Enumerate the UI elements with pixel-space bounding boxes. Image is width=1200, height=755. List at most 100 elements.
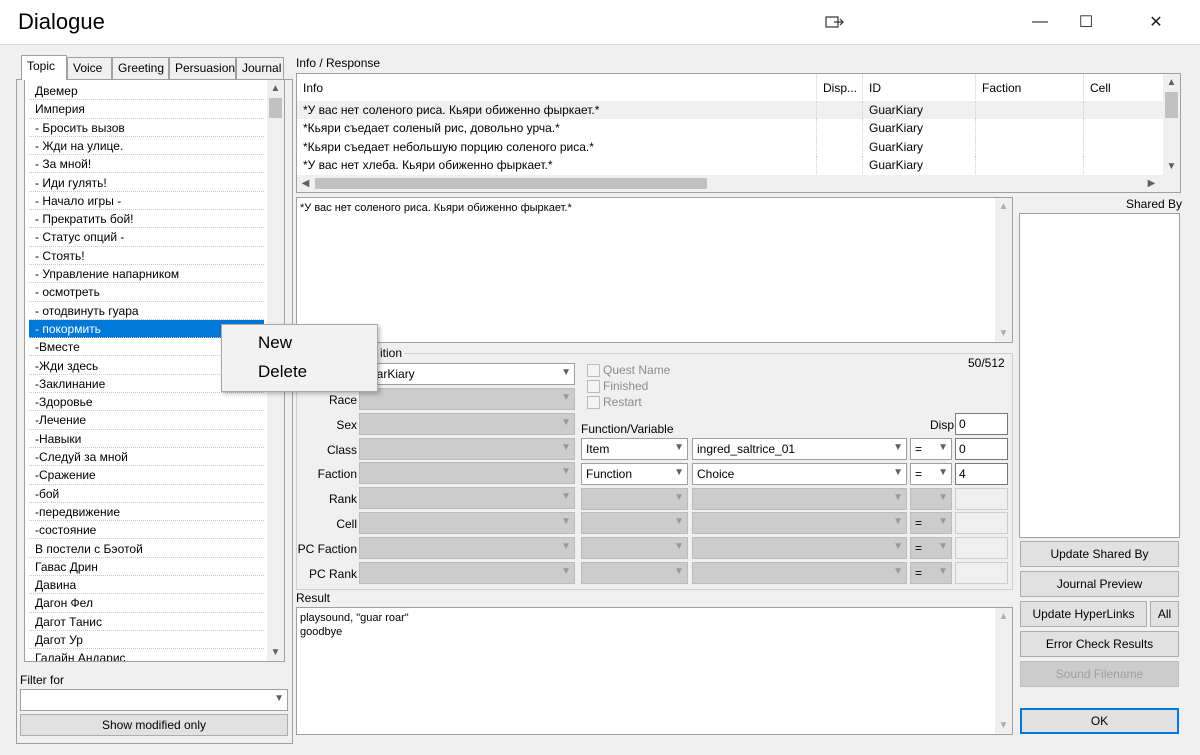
topic-list-item[interactable]: Двемер xyxy=(29,82,264,101)
function-name-combo[interactable]: Choice ▼ xyxy=(692,462,907,485)
topic-list-item[interactable]: -передвижение xyxy=(29,503,264,522)
condition-combo[interactable]: ▼ xyxy=(359,561,575,584)
tab-persuasion[interactable]: Persuasion xyxy=(169,57,236,79)
scroll-up-icon[interactable]: ▲ xyxy=(995,608,1012,625)
all-button[interactable]: All xyxy=(1150,601,1179,627)
scroll-down-icon[interactable]: ▼ xyxy=(995,325,1012,342)
tab-journal[interactable]: Journal xyxy=(236,57,284,79)
function-type-combo[interactable]: ▼ xyxy=(581,512,688,535)
result-textarea[interactable]: playsound, "guar roar" goodbye ▲ ▼ xyxy=(296,607,1013,735)
topic-list-item[interactable]: - Иди гулять! xyxy=(29,174,264,192)
col-info[interactable]: Info xyxy=(297,74,817,100)
topic-list-item[interactable]: Дагот Ур xyxy=(29,631,264,650)
journal-preview-button[interactable]: Journal Preview xyxy=(1020,571,1179,597)
function-type-combo[interactable]: ▼ xyxy=(581,487,688,510)
condition-combo[interactable]: ▼ xyxy=(359,512,575,534)
topic-list-item[interactable]: - Бросить вызов xyxy=(29,119,264,137)
info-grid-vscroll[interactable]: ▲ ▼ xyxy=(1163,74,1180,175)
tab-greeting[interactable]: Greeting xyxy=(112,57,169,79)
quest-name-checkbox[interactable] xyxy=(587,364,600,377)
topic-list-item[interactable]: -Навыки xyxy=(29,430,264,448)
topic-list-item[interactable]: - Управление напарником xyxy=(29,265,264,284)
topic-list-item[interactable]: - Жди на улице. xyxy=(29,137,264,156)
condition-combo[interactable]: ▼ xyxy=(359,437,575,460)
topic-list-item[interactable]: - За мной! xyxy=(29,155,264,174)
topic-list-item[interactable]: -Сражение xyxy=(29,466,264,485)
table-row[interactable]: *Кьяри съедает небольшую порцию соленого… xyxy=(297,137,1164,156)
operator-combo[interactable]: = ▼ xyxy=(910,562,952,584)
scroll-thumb[interactable] xyxy=(269,98,282,118)
col-faction[interactable]: Faction xyxy=(976,74,1084,100)
scroll-up-icon[interactable]: ▲ xyxy=(1163,74,1180,91)
condition-value-input[interactable] xyxy=(955,537,1008,560)
operator-combo[interactable]: ▼ xyxy=(910,487,952,510)
table-row[interactable]: *Кьяри съедает соленый рис, довольно урч… xyxy=(297,119,1164,138)
info-grid-hscroll[interactable]: ◀ ▶ xyxy=(297,175,1180,192)
restart-checkbox[interactable] xyxy=(587,396,600,409)
condition-combo[interactable]: ▼ xyxy=(359,388,575,410)
condition-combo[interactable]: ▼ xyxy=(359,536,575,559)
table-row[interactable]: *У вас нет соленого риса. Кьяри обиженно… xyxy=(297,101,1164,119)
topic-list-item[interactable]: Гавас Дрин xyxy=(29,558,264,577)
function-name-combo[interactable]: ▼ xyxy=(692,487,907,510)
topic-list-item[interactable]: Давина xyxy=(29,576,264,595)
update-hyperlinks-button[interactable]: Update HyperLinks xyxy=(1020,601,1147,627)
scroll-down-icon[interactable]: ▼ xyxy=(1163,158,1180,175)
topic-list-item[interactable]: - Прекратить бой! xyxy=(29,210,264,229)
response-textarea[interactable]: *У вас нет соленого риса. Кьяри обиженно… xyxy=(296,197,1013,343)
topic-list-item[interactable]: - Начало игры - xyxy=(29,192,264,211)
maximize-button[interactable]: ☐ xyxy=(1063,0,1109,44)
show-modified-button[interactable]: Show modified only xyxy=(20,714,288,736)
scroll-right-icon[interactable]: ▶ xyxy=(1143,175,1160,192)
info-grid[interactable]: Info Disp... ID Faction Cell *У вас нет … xyxy=(296,73,1181,193)
disp-input[interactable]: 0 xyxy=(955,413,1008,435)
condition-value-input[interactable] xyxy=(955,487,1008,510)
col-disp[interactable]: Disp... xyxy=(817,74,863,100)
function-type-combo[interactable]: Function ▼ xyxy=(581,462,688,485)
ok-button[interactable]: OK xyxy=(1020,708,1179,734)
col-id[interactable]: ID xyxy=(863,74,976,100)
minimize-button[interactable]: — xyxy=(1017,0,1063,44)
topic-list-item[interactable]: - осмотреть xyxy=(29,283,264,302)
condition-combo[interactable]: ▼ xyxy=(359,462,575,485)
topic-list-item[interactable]: -бой xyxy=(29,485,264,503)
operator-combo[interactable]: = ▼ xyxy=(910,462,952,485)
condition-value-input[interactable]: 0 xyxy=(955,438,1008,460)
operator-combo[interactable]: = ▼ xyxy=(910,512,952,535)
condition-value-input[interactable]: 4 xyxy=(955,462,1008,485)
condition-value-input[interactable] xyxy=(955,562,1008,584)
result-scrollbar[interactable]: ▲ ▼ xyxy=(995,608,1012,734)
topic-list-item[interactable]: Дагон Фел xyxy=(29,594,264,613)
topic-list-item[interactable]: Дагот Танис xyxy=(29,613,264,631)
topic-list-item[interactable]: - Статус опций - xyxy=(29,228,264,247)
scroll-thumb[interactable] xyxy=(1165,92,1178,118)
close-button[interactable]: ✕ xyxy=(1133,0,1179,44)
condition-combo[interactable]: ▼ xyxy=(359,487,575,510)
topic-list-item[interactable]: Галайн Андарис xyxy=(29,649,264,661)
tab-topic[interactable]: Topic xyxy=(21,55,67,80)
function-name-combo[interactable]: ▼ xyxy=(692,537,907,560)
response-scrollbar[interactable]: ▲ ▼ xyxy=(995,198,1012,342)
topic-list-item[interactable]: -Здоровье xyxy=(29,393,264,412)
sound-filename-button[interactable]: Sound Filename xyxy=(1020,661,1179,687)
function-name-combo[interactable]: ▼ xyxy=(692,512,907,535)
topic-list-item[interactable]: В постели с Бэотой xyxy=(29,540,264,558)
scroll-up-icon[interactable]: ▲ xyxy=(995,198,1012,215)
function-type-combo[interactable]: ▼ xyxy=(581,562,688,584)
function-name-combo[interactable]: ingred_saltrice_01 ▼ xyxy=(692,438,907,460)
scroll-up-icon[interactable]: ▲ xyxy=(267,80,284,97)
menu-item-delete[interactable]: Delete xyxy=(258,362,307,382)
function-name-combo[interactable]: ▼ xyxy=(692,562,907,584)
topic-list-item[interactable]: -Лечение xyxy=(29,411,264,430)
condition-combo[interactable]: ▼ xyxy=(359,412,575,435)
scroll-left-icon[interactable]: ◀ xyxy=(297,175,314,192)
tab-voice[interactable]: Voice xyxy=(67,57,112,79)
col-cell[interactable]: Cell xyxy=(1084,74,1164,100)
table-row[interactable]: *У вас нет хлеба. Кьяри обиженно фыркает… xyxy=(297,155,1164,174)
operator-combo[interactable]: = ▼ xyxy=(910,438,952,460)
topic-list-item[interactable]: - отодвинуть гуара xyxy=(29,302,264,320)
condition-value-input[interactable] xyxy=(955,512,1008,535)
finished-checkbox[interactable] xyxy=(587,380,600,393)
shared-by-list[interactable] xyxy=(1019,213,1180,538)
topic-list-item[interactable]: -Следуй за мной xyxy=(29,448,264,467)
